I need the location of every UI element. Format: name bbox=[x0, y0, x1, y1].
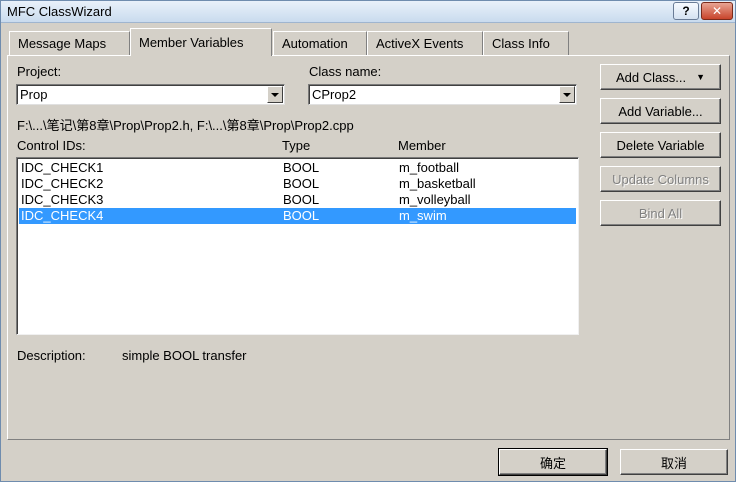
cancel-button[interactable]: 取消 bbox=[620, 449, 728, 475]
update-columns-button[interactable]: Update Columns bbox=[600, 166, 721, 192]
project-dropdown-arrow[interactable] bbox=[267, 86, 283, 103]
list-item-selected[interactable]: IDC_CHECK4 BOOL m_swim bbox=[19, 208, 576, 224]
description-value: simple BOOL transfer bbox=[122, 348, 247, 363]
chevron-down-icon bbox=[271, 92, 279, 97]
class-name-label: Class name: bbox=[309, 64, 382, 79]
variable-type: BOOL bbox=[283, 192, 320, 207]
project-label: Project: bbox=[17, 64, 62, 79]
control-id: IDC_CHECK2 bbox=[21, 176, 104, 191]
control-id: IDC_CHECK3 bbox=[21, 192, 104, 207]
title-bar[interactable]: MFC ClassWizard ? ✕ bbox=[1, 1, 735, 23]
dropdown-arrow-icon: ▼ bbox=[696, 72, 705, 82]
member-name: m_volleyball bbox=[399, 192, 471, 207]
list-item[interactable]: IDC_CHECK3 BOOL m_volleyball bbox=[19, 192, 576, 208]
control-id: IDC_CHECK4 bbox=[21, 208, 104, 223]
help-button[interactable]: ? bbox=[673, 2, 699, 20]
list-item[interactable]: IDC_CHECK1 BOOL m_football bbox=[19, 160, 576, 176]
variable-type: BOOL bbox=[283, 208, 320, 223]
add-class-button[interactable]: Add Class... ▼ bbox=[600, 64, 721, 90]
class-name-dropdown-arrow[interactable] bbox=[559, 86, 575, 103]
list-item[interactable]: IDC_CHECK2 BOOL m_basketball bbox=[19, 176, 576, 192]
close-button[interactable]: ✕ bbox=[701, 2, 733, 20]
delete-variable-button[interactable]: Delete Variable bbox=[600, 132, 721, 158]
classwizard-window: MFC ClassWizard ? ✕ Message Maps Member … bbox=[0, 0, 736, 482]
file-path: F:\...\笔记\第8章\Prop\Prop2.h, F:\...\第8章\P… bbox=[17, 118, 354, 133]
tab-message-maps[interactable]: Message Maps bbox=[9, 31, 130, 56]
class-name-combo[interactable]: CProp2 bbox=[308, 84, 577, 105]
header-member: Member bbox=[398, 138, 446, 153]
project-value: Prop bbox=[20, 87, 48, 102]
tab-class-info[interactable]: Class Info bbox=[483, 31, 569, 56]
ok-button[interactable]: 确定 bbox=[498, 448, 608, 476]
class-name-value: CProp2 bbox=[312, 87, 357, 102]
variable-type: BOOL bbox=[283, 160, 320, 175]
tab-member-variables[interactable]: Member Variables bbox=[130, 28, 272, 56]
chevron-down-icon bbox=[563, 92, 571, 97]
add-class-label: Add Class... bbox=[615, 69, 687, 85]
control-ids-list[interactable]: IDC_CHECK1 BOOL m_football IDC_CHECK2 BO… bbox=[16, 157, 579, 335]
window-title: MFC ClassWizard bbox=[7, 4, 112, 19]
tab-activex-events[interactable]: ActiveX Events bbox=[367, 31, 483, 56]
variable-type: BOOL bbox=[283, 176, 320, 191]
member-name: m_basketball bbox=[399, 176, 476, 191]
header-control-ids: Control IDs: bbox=[17, 138, 86, 153]
tab-automation[interactable]: Automation bbox=[273, 31, 367, 56]
member-name: m_swim bbox=[399, 208, 447, 223]
member-name: m_football bbox=[399, 160, 459, 175]
header-type: Type bbox=[282, 138, 311, 153]
add-variable-button[interactable]: Add Variable... bbox=[600, 98, 721, 124]
control-id: IDC_CHECK1 bbox=[21, 160, 104, 175]
project-combo[interactable]: Prop bbox=[16, 84, 285, 105]
description-label: Description: bbox=[17, 348, 86, 363]
bind-all-button[interactable]: Bind All bbox=[600, 200, 721, 226]
